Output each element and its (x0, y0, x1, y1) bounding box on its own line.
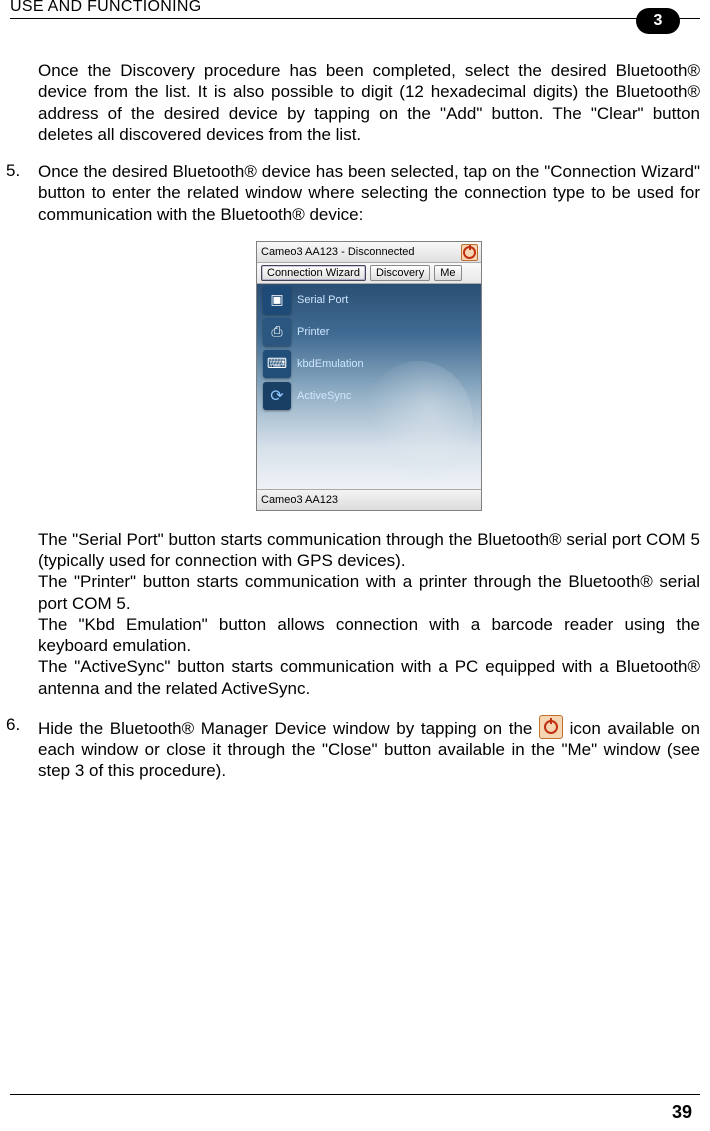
printer-label: Printer (297, 326, 329, 338)
power-icon (539, 715, 563, 739)
window-title: Cameo3 AA123 - Disconnected (261, 246, 414, 258)
page-content: Once the Discovery procedure has been co… (38, 60, 700, 798)
keyboard-icon: ⌨ (263, 350, 291, 378)
activesync-label: ActiveSync (297, 390, 351, 402)
step6-text-before: Hide the Bluetooth® Manager Device windo… (38, 719, 539, 738)
desc-activesync: The "ActiveSync" button starts communica… (38, 656, 700, 699)
step-number: 6. (6, 715, 38, 782)
background-graphic (363, 361, 473, 481)
page-number: 39 (672, 1102, 692, 1123)
header-rule (10, 18, 700, 19)
tab-discovery[interactable]: Discovery (370, 265, 430, 281)
printer-button[interactable]: ⎙ Printer (257, 316, 481, 348)
tab-me[interactable]: Me (434, 265, 461, 281)
section-header: USE AND FUNCTIONING (10, 0, 202, 16)
step-text: Hide the Bluetooth® Manager Device windo… (38, 715, 700, 782)
step-5: 5. Once the desired Bluetooth® device ha… (38, 161, 700, 225)
status-text: Cameo3 AA123 (261, 494, 338, 506)
kbd-emulation-label: kbdEmulation (297, 358, 364, 370)
intro-paragraph: Once the Discovery procedure has been co… (38, 60, 700, 145)
desc-serial-port: The "Serial Port" button starts communic… (38, 529, 700, 572)
tab-connection-wizard[interactable]: Connection Wizard (261, 265, 366, 281)
serial-port-button[interactable]: ▣ Serial Port (257, 284, 481, 316)
connection-wizard-window: Cameo3 AA123 - Disconnected Connection W… (256, 241, 482, 511)
step-6: 6. Hide the Bluetooth® Manager Device wi… (38, 715, 700, 782)
embedded-screenshot: Cameo3 AA123 - Disconnected Connection W… (38, 241, 700, 511)
step-number: 5. (6, 161, 38, 225)
window-body: ▣ Serial Port ⎙ Printer ⌨ kbdEmulation A… (257, 284, 481, 489)
activesync-icon (263, 382, 291, 410)
footer-rule (10, 1094, 700, 1095)
step-text: Once the desired Bluetooth® device has b… (38, 161, 700, 225)
power-icon[interactable] (461, 244, 478, 261)
chapter-badge: 3 (636, 8, 680, 34)
desc-kbd-emulation: The "Kbd Emulation" button allows connec… (38, 614, 700, 657)
serial-port-icon: ▣ (263, 286, 291, 314)
desc-printer: The "Printer" button starts communicatio… (38, 571, 700, 614)
window-statusbar: Cameo3 AA123 (257, 489, 481, 510)
printer-icon: ⎙ (263, 318, 291, 346)
tab-row: Connection Wizard Discovery Me (257, 263, 481, 284)
window-titlebar: Cameo3 AA123 - Disconnected (257, 242, 481, 263)
serial-port-label: Serial Port (297, 294, 348, 306)
